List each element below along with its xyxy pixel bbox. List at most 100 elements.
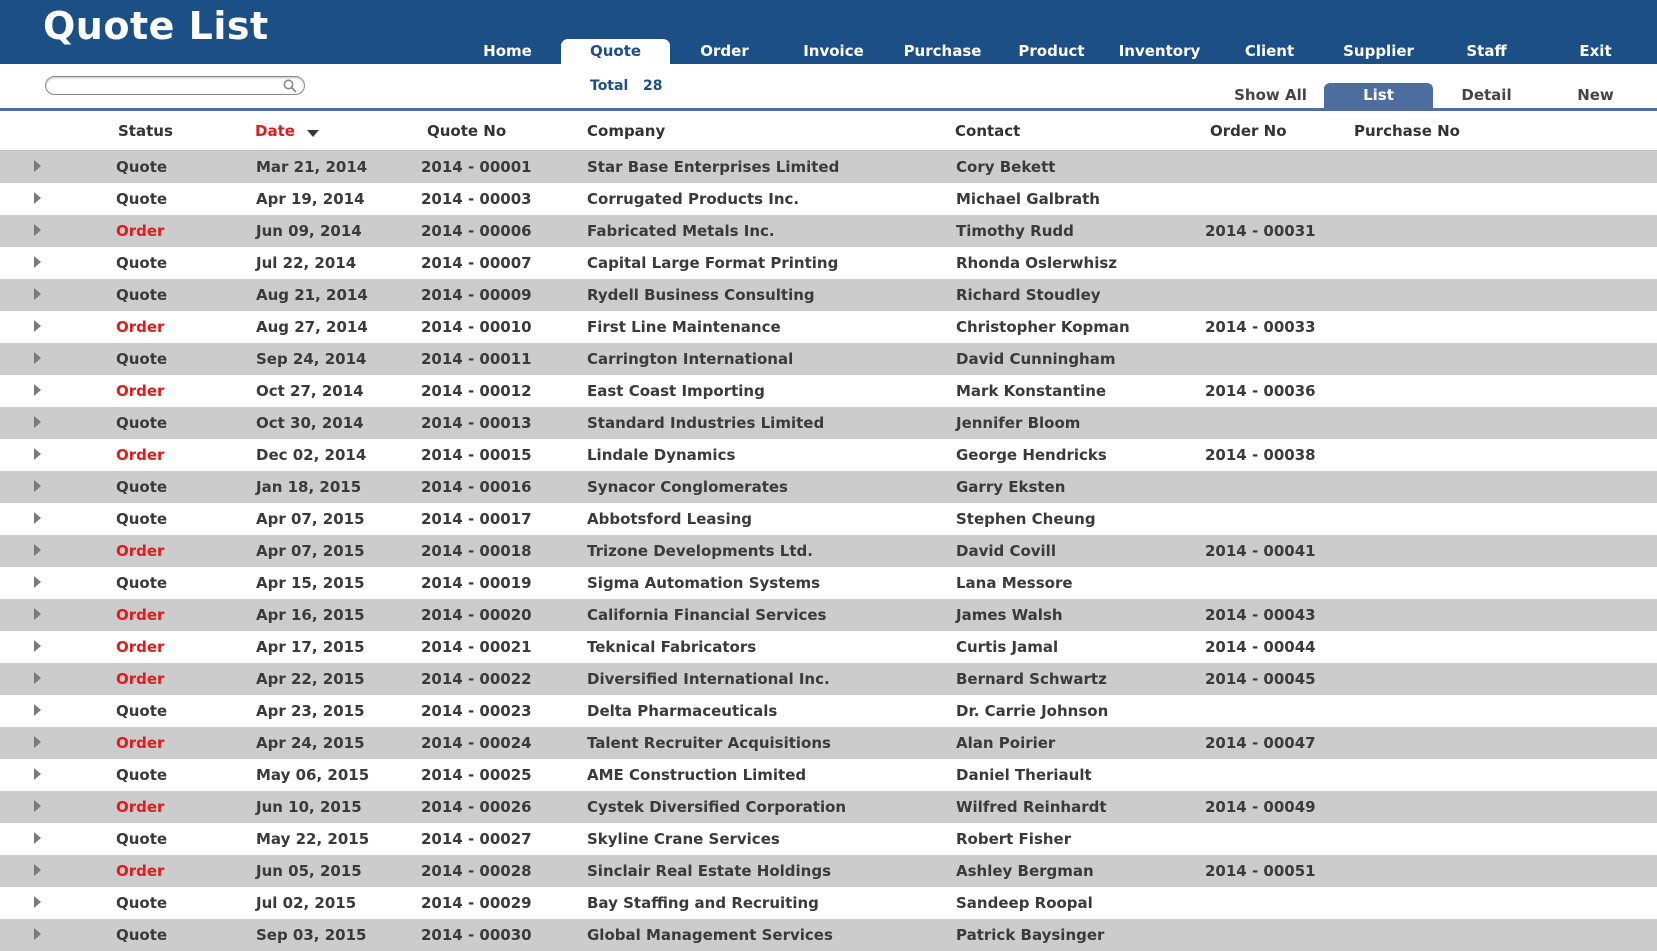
search-icon[interactable] (282, 78, 298, 94)
column-header-status[interactable]: Status (118, 122, 173, 140)
expand-row-icon[interactable] (33, 671, 42, 685)
expand-row-icon[interactable] (33, 415, 42, 429)
nav-tab-order[interactable]: Order (670, 39, 779, 64)
status-cell: Order (116, 446, 165, 464)
search-input[interactable] (56, 78, 276, 93)
column-header-company[interactable]: Company (587, 122, 665, 140)
expand-row-icon[interactable] (33, 831, 42, 845)
nav-tab-exit[interactable]: Exit (1541, 39, 1650, 64)
column-header-purchase-no[interactable]: Purchase No (1354, 122, 1460, 140)
column-header-date[interactable]: Date (255, 122, 295, 140)
expand-row-icon[interactable] (33, 767, 42, 781)
nav-tab-purchase[interactable]: Purchase (888, 39, 997, 64)
sort-down-icon[interactable] (307, 130, 319, 137)
expand-row-icon[interactable] (33, 607, 42, 621)
date-cell: Apr 07, 2015 (256, 510, 365, 528)
expand-row-icon[interactable] (33, 383, 42, 397)
table-row[interactable]: Quote Oct 30, 2014 2014 - 00013 Standard In… (0, 407, 1657, 439)
view-tab-show-all[interactable]: Show All (1216, 83, 1325, 108)
nav-tab-client[interactable]: Client (1215, 39, 1324, 64)
expand-row-icon[interactable] (33, 319, 42, 333)
table-row[interactable]: Quote May 06, 2015 2014 - 00025 AME Constru… (0, 759, 1657, 791)
quote-table-body: Quote Mar 21, 2014 2014 - 00001 Star Base E… (0, 151, 1657, 951)
table-row[interactable]: Order Apr 24, 2015 2014 - 00024 Talent Recr… (0, 727, 1657, 759)
company-cell: Star Base Enterprises Limited (587, 158, 840, 176)
contact-cell: James Walsh (956, 606, 1063, 624)
expand-row-icon[interactable] (33, 287, 42, 301)
view-tab-new[interactable]: New (1541, 83, 1650, 108)
expand-row-icon[interactable] (33, 735, 42, 749)
quote-no-cell: 2014 - 00009 (421, 286, 532, 304)
status-cell: Order (116, 734, 165, 752)
table-row[interactable]: Quote Mar 21, 2014 2014 - 00001 Star Base E… (0, 151, 1657, 183)
table-row[interactable]: Quote Jul 02, 2015 2014 - 00029 Bay Staffin… (0, 887, 1657, 919)
quote-no-cell: 2014 - 00019 (421, 574, 532, 592)
expand-row-icon[interactable] (33, 543, 42, 557)
expand-row-icon[interactable] (33, 223, 42, 237)
expand-row-icon[interactable] (33, 255, 42, 269)
company-cell: Trizone Developments Ltd. (587, 542, 813, 560)
column-header-contact[interactable]: Contact (955, 122, 1020, 140)
table-row[interactable]: Order Apr 07, 2015 2014 - 00018 Trizone Dev… (0, 535, 1657, 567)
table-row[interactable]: Quote May 22, 2015 2014 - 00027 Skyline Cra… (0, 823, 1657, 855)
table-row[interactable]: Order Jun 09, 2014 2014 - 00006 Fabricated … (0, 215, 1657, 247)
expand-row-icon[interactable] (33, 479, 42, 493)
expand-row-icon[interactable] (33, 191, 42, 205)
table-row[interactable]: Order Jun 10, 2015 2014 - 00026 Cystek Dive… (0, 791, 1657, 823)
expand-row-icon[interactable] (33, 575, 42, 589)
table-header: Status Date Quote No Company Contact Ord… (0, 111, 1657, 151)
expand-row-icon[interactable] (33, 863, 42, 877)
expand-row-icon[interactable] (33, 927, 42, 941)
expand-row-icon[interactable] (33, 895, 42, 909)
expand-row-icon[interactable] (33, 511, 42, 525)
table-row[interactable]: Order Dec 02, 2014 2014 - 00015 Lindale Dyn… (0, 439, 1657, 471)
table-row[interactable]: Quote Apr 07, 2015 2014 - 00017 Abbotsford … (0, 503, 1657, 535)
status-cell: Quote (116, 478, 168, 496)
table-row[interactable]: Quote Apr 15, 2015 2014 - 00019 Sigma Autom… (0, 567, 1657, 599)
expand-row-icon[interactable] (33, 639, 42, 653)
table-row[interactable]: Quote Jul 22, 2014 2014 - 00007 Capital Lar… (0, 247, 1657, 279)
table-row[interactable]: Order Apr 22, 2015 2014 - 00022 Diversified… (0, 663, 1657, 695)
nav-tab-product[interactable]: Product (997, 39, 1106, 64)
nav-tab-home[interactable]: Home (453, 39, 562, 64)
nav-tab-staff[interactable]: Staff (1432, 39, 1541, 64)
view-tab-list[interactable]: List (1324, 83, 1433, 108)
table-row[interactable]: Quote Apr 23, 2015 2014 - 00023 Delta Pharm… (0, 695, 1657, 727)
status-cell: Quote (116, 702, 168, 720)
table-row[interactable]: Order Aug 27, 2014 2014 - 00010 First Line … (0, 311, 1657, 343)
column-header-order-no[interactable]: Order No (1210, 122, 1287, 140)
column-header-quote-no[interactable]: Quote No (427, 122, 506, 140)
quote-no-cell: 2014 - 00015 (421, 446, 532, 464)
expand-row-icon[interactable] (33, 447, 42, 461)
table-row[interactable]: Quote Apr 19, 2014 2014 - 00003 Corrugated … (0, 183, 1657, 215)
table-row[interactable]: Order Jun 05, 2015 2014 - 00028 Sinclair Re… (0, 855, 1657, 887)
table-row[interactable]: Quote Jan 18, 2015 2014 - 00016 Synacor Con… (0, 471, 1657, 503)
expand-row-icon[interactable] (33, 703, 42, 717)
nav-tab-supplier[interactable]: Supplier (1324, 39, 1433, 64)
table-row[interactable]: Order Apr 16, 2015 2014 - 00020 California … (0, 599, 1657, 631)
table-row[interactable]: Quote Sep 24, 2014 2014 - 00011 Carrington … (0, 343, 1657, 375)
expand-row-icon[interactable] (33, 351, 42, 365)
nav-tab-quote[interactable]: Quote (561, 39, 670, 64)
table-row[interactable]: Quote Sep 03, 2015 2014 - 00030 Global Mana… (0, 919, 1657, 951)
company-cell: Rydell Business Consulting (587, 286, 815, 304)
contact-cell: Dr. Carrie Johnson (956, 702, 1109, 720)
table-row[interactable]: Quote Aug 21, 2014 2014 - 00009 Rydell Busi… (0, 279, 1657, 311)
contact-cell: Daniel Theriault (956, 766, 1092, 784)
status-cell: Order (116, 606, 165, 624)
status-cell: Quote (116, 574, 168, 592)
company-cell: Sigma Automation Systems (587, 574, 821, 592)
view-tab-detail[interactable]: Detail (1432, 83, 1541, 108)
nav-tab-invoice[interactable]: Invoice (779, 39, 888, 64)
company-cell: Fabricated Metals Inc. (587, 222, 775, 240)
nav-tab-inventory[interactable]: Inventory (1105, 39, 1214, 64)
date-cell: Jul 02, 2015 (256, 894, 357, 912)
expand-row-icon[interactable] (33, 799, 42, 813)
expand-row-icon[interactable] (33, 159, 42, 173)
table-row[interactable]: Order Apr 17, 2015 2014 - 00021 Teknical Fa… (0, 631, 1657, 663)
search-box[interactable] (45, 76, 305, 95)
table-row[interactable]: Order Oct 27, 2014 2014 - 00012 East Coast … (0, 375, 1657, 407)
company-cell: Standard Industries Limited (587, 414, 825, 432)
date-cell: Jun 10, 2015 (256, 798, 362, 816)
status-cell: Quote (116, 830, 168, 848)
